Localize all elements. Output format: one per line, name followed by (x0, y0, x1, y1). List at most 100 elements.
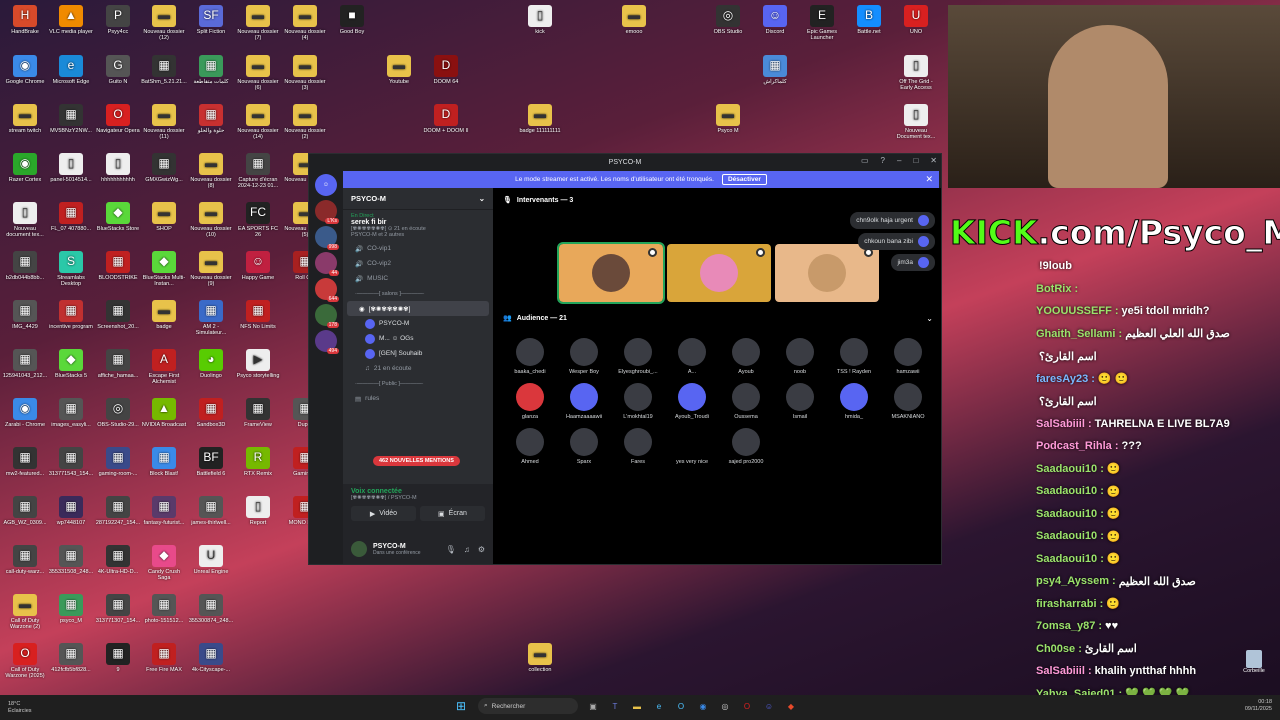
system-clock[interactable]: 00:18 09/11/2025 (1245, 699, 1272, 713)
desktop-icon[interactable]: ▦ 287192247_154... (95, 496, 141, 526)
desktop-icon[interactable]: B Battle.net (846, 5, 892, 35)
close-banner-icon[interactable]: ✕ (925, 174, 933, 185)
desktop-icon[interactable]: ■ Good Boy (329, 5, 375, 35)
live-stage[interactable]: En Direct serek fi bir [✾✺✾✾✾✺✾] ⊙ 21 en… (343, 210, 493, 241)
desktop-icon[interactable]: ▯ kick (517, 5, 563, 35)
desktop-icon[interactable]: ▬ Nouveau dossier (9) (188, 251, 234, 288)
server-icon[interactable]: 44 (315, 252, 339, 276)
desktop-icon[interactable]: ▦ 4K-Ultra-HD-D... (95, 545, 141, 575)
speaker-tile[interactable] (667, 244, 771, 302)
desktop-icon[interactable]: ▬ Nouveau dossier (8) (188, 153, 234, 190)
windows-start-icon[interactable]: ⊞ (456, 699, 470, 713)
desktop-icon[interactable]: ▯ Report (235, 496, 281, 526)
audience-member[interactable]: baaka_chedi (503, 338, 557, 375)
desktop-icon[interactable]: R RTX Remix (235, 447, 281, 477)
desktop-icon[interactable]: P Psyy4cc (95, 5, 141, 35)
edge-icon[interactable]: e (652, 699, 666, 713)
audience-member[interactable]: A... (665, 338, 719, 375)
channel-selected[interactable]: ◉ [✾✺✾✾✾✺✾] (347, 301, 489, 316)
speaker-chip[interactable]: chn9olk haja urgent (850, 212, 935, 229)
desktop-icon[interactable]: ▦ Screenshot_20... (95, 300, 141, 330)
desktop-icon[interactable]: ▬ emooo (611, 5, 657, 35)
desktop-icon[interactable]: ▯ panel-5014514... (48, 153, 94, 183)
desktop-icon[interactable]: ▦ psyco_M (48, 594, 94, 624)
audience-member[interactable]: Ismail (773, 383, 827, 420)
desktop-icon[interactable]: ▦ 412fcfb5bf828... (48, 643, 94, 673)
desktop-icon[interactable]: H HandBrake (2, 5, 48, 35)
desktop-icon[interactable]: ▦ Block Blast! (141, 447, 187, 477)
desktop-icon[interactable]: ▦ MV5BNzY2NW... (48, 104, 94, 134)
speaker-chip[interactable]: chkoun bana zibi (858, 233, 935, 250)
desktop-icon[interactable]: ▬ Nouveau dossier (14) (235, 104, 281, 141)
screen-share-button[interactable]: ▣ Écran (420, 506, 485, 521)
desktop-icon[interactable]: ◉ Zarabi - Chrome (2, 398, 48, 428)
discord-icon[interactable]: ☺ (762, 699, 776, 713)
discord-home-icon[interactable]: ☺ (315, 174, 337, 196)
desktop-icon[interactable]: ▦ affiche_hamaa... (95, 349, 141, 379)
audience-member[interactable]: hamzawii (881, 338, 935, 375)
desktop-icon[interactable]: ▬ Nouveau dossier (4) (282, 5, 328, 42)
disable-streamer-button[interactable]: Désactiver (721, 174, 767, 185)
desktop-icon[interactable]: ☺ Happy Game (235, 251, 281, 281)
desktop-icon[interactable]: D DOOM + DOOM II (423, 104, 469, 134)
desktop-icon[interactable]: E Epic Games Launcher (799, 5, 845, 42)
desktop-icon[interactable]: ▦ Sandbox3D (188, 398, 234, 428)
desktop-icon[interactable]: ▦ 313771307_154... (95, 594, 141, 624)
desktop-icon[interactable]: ▦ FL_07 407880... (48, 202, 94, 232)
desktop-icon[interactable]: ◎ OBS-Studio-29... (95, 398, 141, 428)
new-mentions-pill[interactable]: 462 NOUVELLES MENTIONS (373, 456, 460, 466)
desktop-icon[interactable]: ▬ Nouveau dossier (10) (188, 202, 234, 239)
desktop-icon[interactable]: ◆ Candy Crush Saga (141, 545, 187, 582)
audience-member[interactable]: glanza (503, 383, 557, 420)
channel-rules[interactable]: ▤ rules (343, 391, 493, 406)
outlook-icon[interactable]: O (674, 699, 688, 713)
desktop-icon[interactable]: O Navigateur Opera (95, 104, 141, 134)
headset-icon[interactable]: ♫ (464, 545, 470, 554)
desktop-icon[interactable]: ▬ SHOP (141, 202, 187, 232)
audience-member[interactable]: Ayoub_Troudi (665, 383, 719, 420)
desktop-icon[interactable]: U Unreal Engine (188, 545, 234, 575)
close-button[interactable]: ✕ (930, 156, 937, 165)
desktop-icon[interactable]: ▦ NFS No Limits (235, 300, 281, 330)
help-icon[interactable]: ? (881, 156, 885, 165)
server-icon[interactable]: L'Ks (315, 200, 339, 224)
desktop-icon[interactable]: ▬ Nouveau dossier (11) (141, 104, 187, 141)
desktop-icon[interactable]: ▬ Youtube (376, 55, 422, 85)
audience-member[interactable]: MSAKNIANO (881, 383, 935, 420)
weather-widget[interactable]: 18°C Éclaircies (8, 701, 32, 714)
mic-icon[interactable]: 🎙 (446, 545, 456, 554)
desktop-icon[interactable]: ◆ BlueStacks Store (95, 202, 141, 232)
desktop-icon[interactable]: ▦ fantasy-futurist... (141, 496, 187, 526)
desktop-icon[interactable]: ▦ wp7448107 (48, 496, 94, 526)
task-view-icon[interactable]: ▣ (586, 699, 600, 713)
audience-member[interactable]: hmida_ (827, 383, 881, 420)
desktop-icon[interactable]: ◉ Google Chrome (2, 55, 48, 85)
desktop-icon[interactable]: ▯ hhhhhhhhhhh (95, 153, 141, 183)
desktop-icon[interactable]: ▦ incentive program (48, 300, 94, 330)
desktop-icon[interactable]: ◆ BlueStacks Multi-Instan... (141, 251, 187, 288)
desktop-icon[interactable]: U UNO (893, 5, 939, 35)
desktop-icon[interactable]: ▦ 355300874_248... (188, 594, 234, 624)
desktop-icon[interactable]: ▦ 125941043_212... (2, 349, 48, 379)
brave-icon[interactable]: ◆ (784, 699, 798, 713)
audience-member[interactable]: Oussema (719, 383, 773, 420)
obs-icon[interactable]: ◎ (718, 699, 732, 713)
desktop-icon[interactable]: ▦ mw2-featured... (2, 447, 48, 477)
desktop-icon[interactable]: ▦ 313771543_154... (48, 447, 94, 477)
audience-member[interactable]: sajed pro2000 (719, 428, 773, 465)
audience-member[interactable]: yes very nice (665, 428, 719, 465)
desktop-icon[interactable]: e Microsoft Edge (48, 55, 94, 85)
chrome-icon[interactable]: ◉ (696, 699, 710, 713)
audience-member[interactable]: L'mokhtal19 (611, 383, 665, 420)
desktop-icon[interactable]: ▦ كلمات متقاطعة (188, 55, 234, 85)
file-explorer-icon[interactable]: ▬ (630, 699, 644, 713)
speaker-chip[interactable]: jim3a (891, 254, 935, 271)
voice-channel[interactable]: 🔊 MUSIC (343, 271, 493, 286)
desktop-icon[interactable]: ▬ badge 111111111 (517, 104, 563, 134)
category-public[interactable]: ·――――[ Public ]――――· (343, 376, 493, 391)
desktop-icon[interactable]: ▦ BatShm_5.21.21... (141, 55, 187, 85)
server-header[interactable]: PSYCO-M ⌄ (343, 188, 493, 210)
desktop-icon[interactable]: SF Split Fiction (188, 5, 234, 35)
server-icon[interactable]: 644 (315, 278, 339, 302)
desktop-icon[interactable]: ▦ b2db044b8bb... (2, 251, 48, 281)
